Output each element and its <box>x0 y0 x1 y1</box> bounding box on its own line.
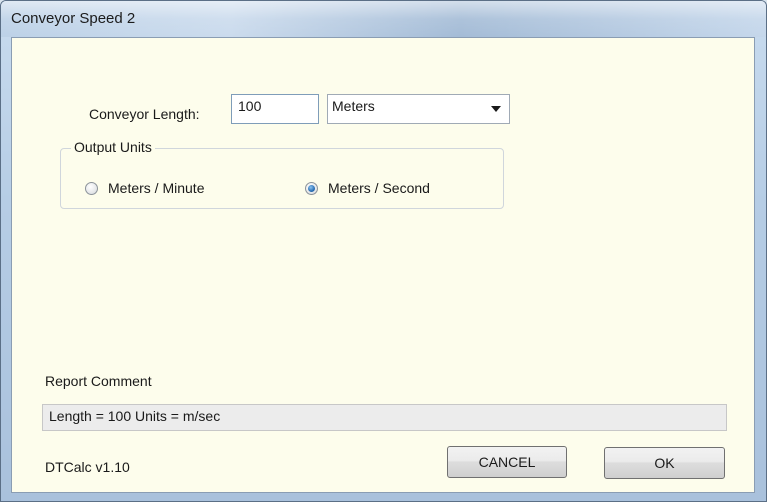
conveyor-length-value: 100 <box>238 98 262 114</box>
meters-per-second-radio[interactable] <box>305 181 318 195</box>
report-comment-field[interactable]: Length = 100 Units = m/sec <box>42 404 727 431</box>
cancel-button[interactable]: CANCEL <box>447 446 567 478</box>
meters-per-minute-label[interactable]: Meters / Minute <box>108 180 204 196</box>
report-comment-value: Length = 100 Units = m/sec <box>49 408 221 424</box>
version-label: DTCalc v1.10 <box>45 459 130 475</box>
dialog-client-area: Conveyor Length: 100 Meters Output Units… <box>11 37 755 493</box>
output-units-group: Output Units Meters / Minute Meters / Se… <box>60 139 504 209</box>
dialog-window: Conveyor Speed 2 Conveyor Length: 100 Me… <box>0 0 767 502</box>
length-units-selected: Meters <box>332 98 375 114</box>
chevron-down-icon[interactable] <box>491 106 501 112</box>
report-comment-label: Report Comment <box>45 373 152 389</box>
meters-per-minute-option[interactable]: Meters / Minute <box>85 180 204 196</box>
title-bar[interactable]: Conveyor Speed 2 <box>1 1 766 37</box>
conveyor-length-input[interactable]: 100 <box>231 94 319 124</box>
meters-per-second-option[interactable]: Meters / Second <box>305 180 430 196</box>
output-units-legend: Output Units <box>71 139 155 155</box>
length-units-dropdown[interactable]: Meters <box>327 94 510 124</box>
meters-per-minute-radio[interactable] <box>85 181 98 195</box>
conveyor-length-label: Conveyor Length: <box>89 106 200 122</box>
ok-button[interactable]: OK <box>604 447 725 479</box>
meters-per-second-label[interactable]: Meters / Second <box>328 180 430 196</box>
window-title: Conveyor Speed 2 <box>11 10 136 27</box>
